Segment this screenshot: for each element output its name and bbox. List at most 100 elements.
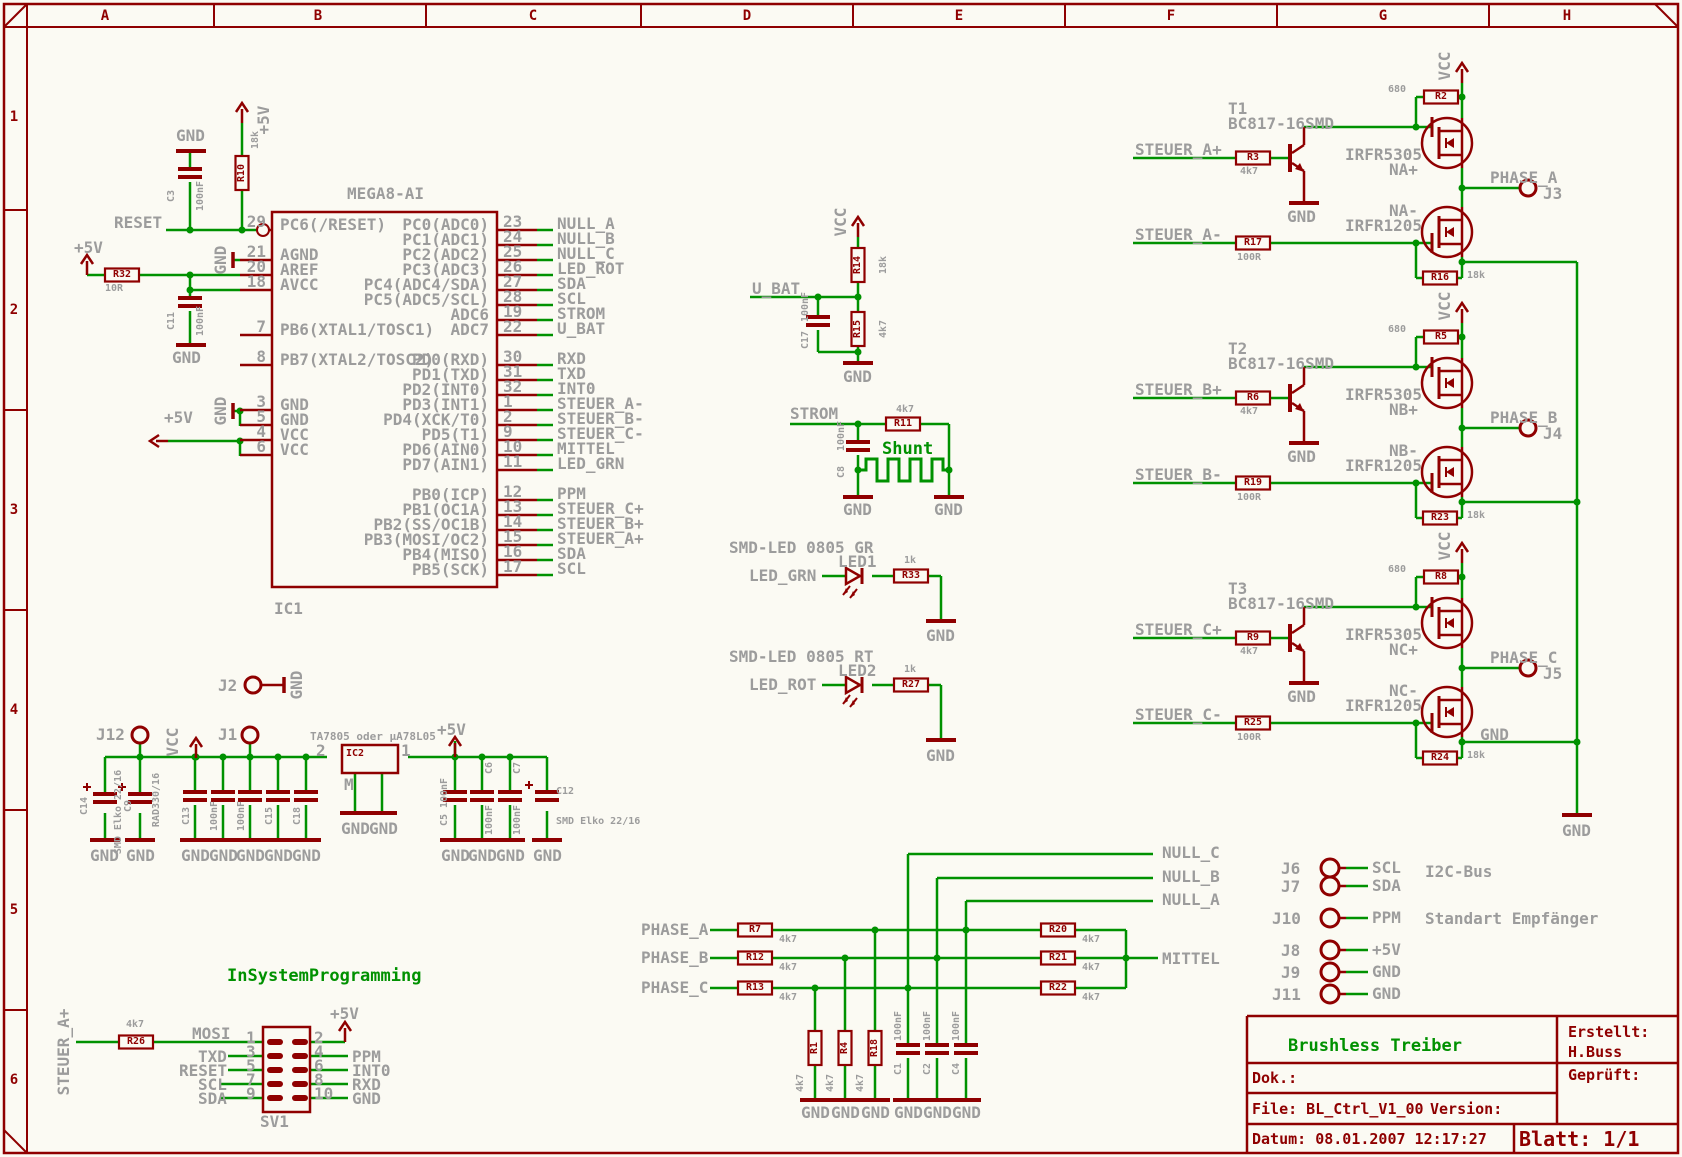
ic1-pin-label: PB6(XTAL1/TOSC1) (280, 320, 435, 339)
ic1-pin-label: ADC7 (450, 320, 489, 339)
npn-transistor (1288, 624, 1292, 652)
c8-ref: C8 (836, 465, 847, 479)
net-label-led_grn: LED_GRN (557, 454, 625, 473)
sv1-pad (292, 1067, 308, 1073)
gnd-c1-label: GND (894, 1103, 923, 1122)
ic1-pin-number: 22 (503, 317, 523, 336)
n-mosfet (1446, 467, 1454, 477)
tb-version: Version: (1430, 1100, 1503, 1118)
tb-author: H.Buss (1568, 1043, 1623, 1061)
stage-t1-pad: J3 (1543, 184, 1563, 203)
ic1-pin-number: 17 (503, 557, 523, 576)
p-mosfet (1446, 378, 1454, 388)
u-bat-label: U_BAT (752, 279, 801, 298)
ic1-pin-number: 7 (256, 317, 266, 336)
sv1-pad (292, 1039, 308, 1045)
j12-label: J12 (96, 725, 125, 744)
junction-dot (1458, 738, 1466, 746)
sv1-pad (267, 1039, 283, 1045)
stage-t2-vcc: VCC (1435, 291, 1454, 321)
junction-dot (238, 226, 246, 234)
junction-dot (962, 926, 970, 934)
junction-dot (1573, 498, 1581, 506)
i2c-bus-label: I2C-Bus (1425, 862, 1493, 881)
r32-value: 10R (105, 283, 124, 294)
r26-ref: R26 (126, 1036, 146, 1047)
junction-dot (136, 753, 144, 761)
stage-t3-r-gate-val: 100R (1237, 732, 1262, 743)
r14-ref: R14 (852, 255, 863, 275)
stage-t1-node-plus: NA+ (1389, 160, 1418, 179)
frame-column-D: D (742, 8, 752, 24)
gnd-led1-label: GND (926, 626, 955, 645)
junction-dot (274, 753, 282, 761)
junction-dot (814, 293, 822, 301)
c1-ref: C1 (893, 1062, 904, 1076)
frame-column-H: H (1562, 8, 1572, 24)
sv1-pad (267, 1067, 283, 1073)
stage-t3-r-base-val: 4k7 (1240, 646, 1259, 657)
gnd-rail2-label: GND (209, 846, 238, 865)
sv1-pad (292, 1095, 308, 1101)
tb-geprueft: Geprüft: (1568, 1066, 1641, 1084)
c6-value: 100nF (484, 804, 495, 836)
capacitor (846, 440, 870, 444)
capacitor (498, 790, 522, 794)
isp-title: InSystemProgramming (227, 966, 422, 986)
pad-circle (1319, 907, 1341, 929)
gnd-j11-label: GND (1372, 984, 1401, 1003)
r15-ref: R15 (852, 319, 863, 339)
capacitor (128, 792, 152, 796)
gnd-rail6-label: GND (441, 846, 470, 865)
junction-dot (854, 420, 862, 428)
capacitor (498, 798, 522, 802)
c5-value: 100nF (439, 777, 450, 809)
capacitor (183, 798, 207, 802)
capacitor (925, 1043, 949, 1047)
r4-ref: R4 (839, 1041, 850, 1055)
capacitor (954, 1043, 978, 1047)
sv1-pin9: 9 (246, 1084, 256, 1103)
capacitor (846, 448, 870, 452)
gnd-j2-label: GND (287, 670, 306, 700)
gnd-rail1-label: GND (181, 846, 210, 865)
pad-circle (1319, 857, 1341, 879)
r18-value: 4k7 (855, 1073, 866, 1093)
junction-dot (1412, 239, 1420, 247)
n-mosfet (1446, 227, 1454, 237)
frame-bevel (1654, 3, 1679, 28)
ic1-pin-number: 29 (246, 212, 266, 231)
stage-t2-r-pull: R5 (1434, 331, 1448, 342)
stage-t3-r-base: R9 (1246, 632, 1260, 643)
c6-ref: C6 (484, 761, 495, 775)
stage-t1-in-plus: STEUER_A+ (1135, 140, 1222, 159)
r21-value: 4k7 (1082, 962, 1101, 973)
p-mosfet (1446, 138, 1454, 148)
phase-a-label: PHASE_A (641, 920, 709, 939)
scl-j6-label: SCL (1372, 858, 1401, 877)
r14-value: 18k (878, 255, 889, 275)
junction-dot (1412, 719, 1420, 727)
gnd-rail8-label: GND (496, 846, 525, 865)
net-label-scl: SCL (557, 559, 586, 578)
plus5v-top-label: +5V (254, 105, 273, 135)
capacitor (183, 790, 207, 794)
led-grn-label: LED_GRN (749, 566, 817, 585)
frame-column-A: A (100, 8, 110, 24)
capacitor (535, 798, 559, 802)
plus5v-j8-label: +5V (1372, 940, 1401, 959)
c3-ref: C3 (166, 189, 177, 203)
schematic-canvas: GND C3 100nF R10 18k +5V RESET +5V R32 10R C11 100n… (0, 0, 1682, 1157)
junction-dot (246, 753, 254, 761)
c2-value: 100nF (922, 1010, 933, 1042)
r33-ref: R33 (901, 570, 921, 581)
r1-ref: R1 (809, 1041, 820, 1055)
frame-row-2: 2 (9, 302, 19, 318)
j8-label: J8 (1281, 941, 1301, 960)
c7-value: 100nF (512, 804, 523, 836)
frame-column-G: G (1378, 8, 1388, 24)
gnd-bus-label: GND (1562, 821, 1591, 840)
r13-ref: R13 (745, 982, 765, 993)
ic1-pin-label: PC6(/RESET) (280, 215, 386, 234)
led2-ref: LED2 (838, 661, 877, 680)
